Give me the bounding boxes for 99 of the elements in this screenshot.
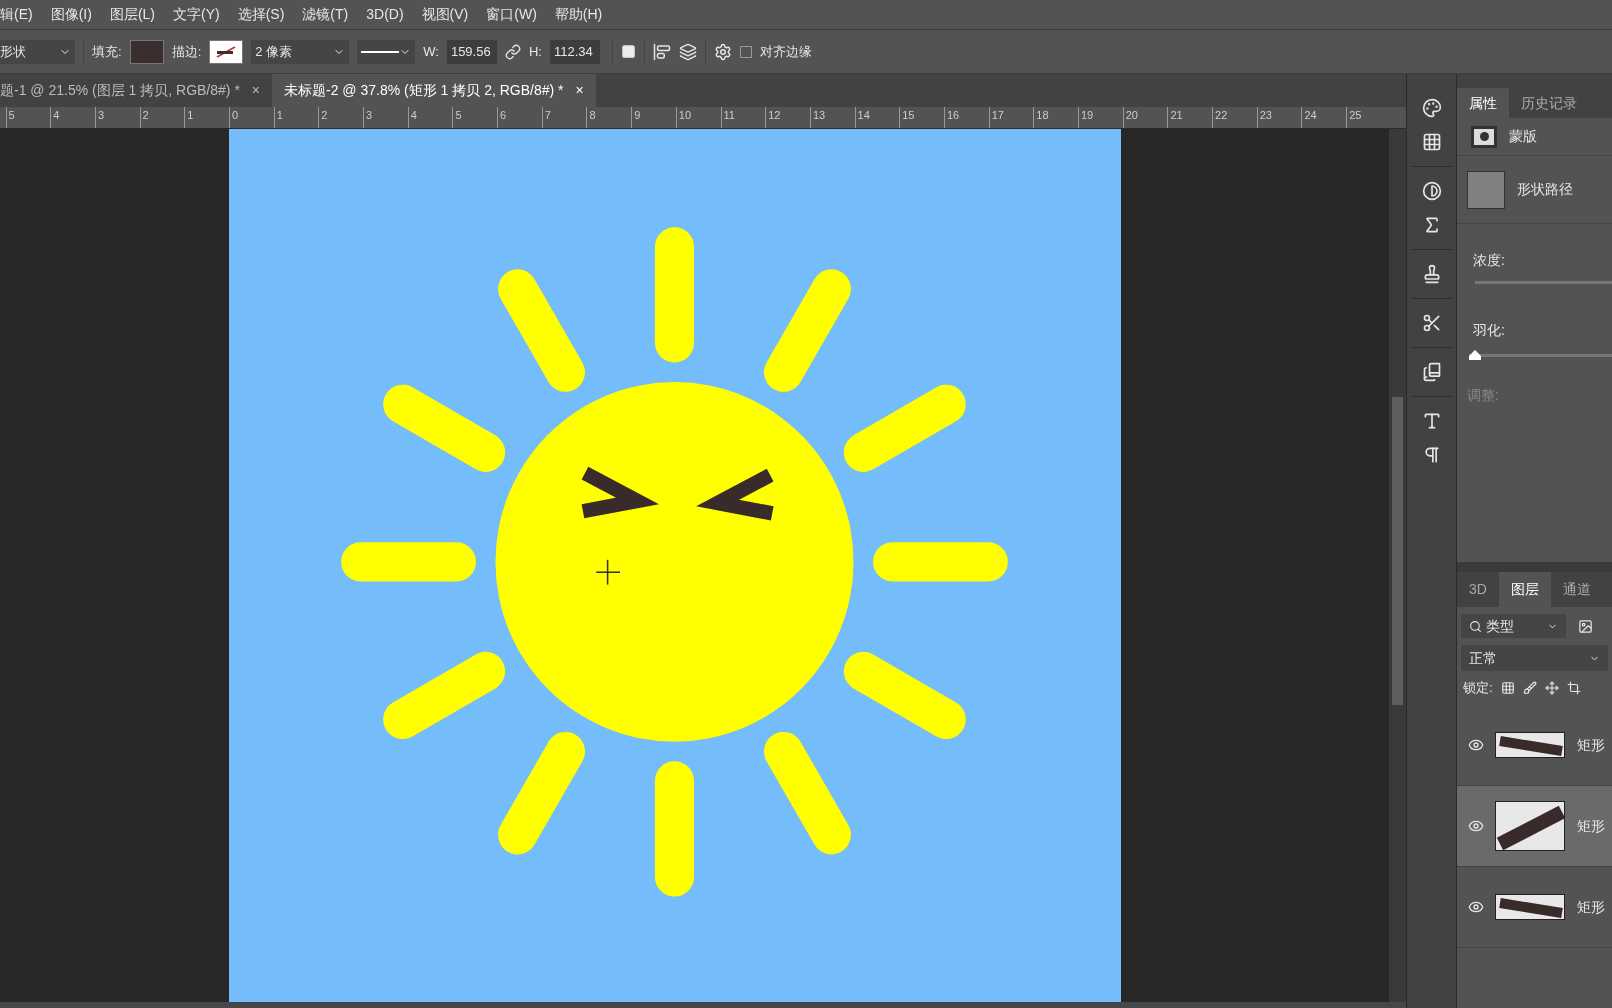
layer-thumbnail [1495, 732, 1565, 758]
lock-label: 锁定: [1463, 679, 1493, 698]
ruler-number: 12 [768, 109, 781, 121]
filter-dropdown[interactable]: 类型 [1461, 614, 1566, 638]
settings-icon[interactable] [713, 42, 732, 61]
ruler-number: 5 [8, 109, 15, 121]
layer-thumbnail [1495, 894, 1565, 920]
eye-icon[interactable] [1468, 818, 1484, 834]
fill-label: 填充: [92, 42, 122, 61]
panel-tab[interactable]: 历史记录 [1509, 88, 1589, 118]
layer-name: 矩形 [1577, 816, 1605, 836]
ruler-number: 11 [723, 109, 735, 121]
ruler-number: 15 [902, 109, 915, 121]
ruler-number: 1 [276, 109, 283, 121]
ruler-number: 19 [1081, 109, 1094, 121]
stroke-style-dropdown[interactable] [357, 39, 416, 64]
ruler-number: 2 [321, 109, 328, 121]
menu-item[interactable]: 3D(D) [357, 4, 413, 25]
search-icon [1469, 619, 1482, 633]
ruler-number: 24 [1304, 109, 1317, 121]
menu-item[interactable]: 辑(E) [0, 4, 42, 25]
menu-item[interactable]: 图层(L) [100, 4, 164, 25]
ruler-number: 14 [857, 109, 870, 121]
ruler-number: 2 [142, 109, 149, 121]
half-circle-icon[interactable] [1421, 181, 1442, 201]
close-button[interactable]: × [575, 80, 584, 101]
eye-icon[interactable] [1468, 899, 1484, 915]
ruler-number: 7 [544, 109, 551, 121]
mask-icon [1471, 125, 1497, 148]
menu-item[interactable]: 帮助(H) [545, 4, 612, 25]
checker-icon[interactable] [1500, 681, 1515, 695]
ruler-number: 1 [187, 109, 194, 121]
menu-item[interactable]: 滤镜(T) [293, 4, 358, 25]
menu-item[interactable]: 窗口(W) [477, 4, 546, 25]
snap-label: 对齐边缘 [759, 42, 812, 61]
width-label: W: [423, 42, 439, 61]
layer-name: 矩形 [1577, 897, 1605, 917]
density-label: 浓度: [1472, 251, 1506, 270]
layer-name: 矩形 [1577, 735, 1605, 755]
blend-mode-dropdown[interactable]: 正常 [1461, 645, 1608, 671]
panel-tab[interactable]: 图层 [1498, 572, 1551, 607]
link-icon[interactable] [504, 43, 521, 60]
shape-path-thumbnail [1467, 170, 1505, 209]
grid-icon[interactable] [1421, 132, 1442, 152]
ruler-number: 20 [1125, 109, 1138, 121]
ruler-number: 22 [1215, 109, 1228, 121]
image-icon[interactable] [1578, 618, 1593, 634]
ruler-number: 17 [991, 109, 1004, 121]
snap-checkbox[interactable] [739, 45, 752, 58]
ruler-number: 0 [231, 109, 239, 121]
close-button[interactable]: × [251, 80, 261, 101]
menu-item[interactable]: 选择(S) [228, 4, 294, 25]
menu-item[interactable]: 视图(V) [412, 4, 478, 25]
ruler-number: 5 [455, 109, 462, 121]
ruler-number: 3 [366, 109, 373, 121]
move-icon[interactable] [1544, 681, 1559, 695]
ruler-number: 8 [589, 109, 596, 121]
vertical-scrollbar[interactable] [1389, 129, 1406, 1002]
ruler-number: 4 [410, 109, 417, 121]
stroke-swatch[interactable] [209, 39, 244, 64]
feather-label: 羽化: [1472, 321, 1506, 340]
layers-icon[interactable] [678, 42, 697, 61]
document-tab[interactable]: 未标题-2 @ 37.8% (矩形 1 拷贝 2, RGB/8#) * × [272, 74, 596, 107]
fill-swatch[interactable] [129, 39, 164, 64]
ruler-number: 21 [1170, 109, 1183, 121]
align-icon[interactable] [652, 42, 671, 61]
shape-path-label: 形状路径 [1517, 180, 1573, 199]
stroke-label: 描边: [171, 42, 202, 61]
layer-row[interactable]: 矩形 [1457, 786, 1612, 867]
height-field[interactable]: 112.34 [549, 39, 600, 64]
panel-tab[interactable]: 通道 [1550, 572, 1603, 607]
palette-icon[interactable] [1421, 98, 1442, 118]
scissors-icon[interactable] [1421, 313, 1442, 333]
ruler-number: 3 [97, 109, 104, 121]
ruler-number: 13 [812, 109, 826, 121]
eye-icon[interactable] [1468, 737, 1484, 753]
ruler-number: 16 [946, 109, 960, 121]
ruler-number: 18 [1036, 109, 1049, 121]
width-field[interactable]: 159.56 [446, 39, 497, 64]
stroke-width-dropdown[interactable]: 2 像素 [251, 39, 350, 64]
panel-tab[interactable]: 3D [1457, 572, 1499, 607]
height-label: H: [528, 42, 542, 61]
menu-item[interactable]: 图像(I) [41, 4, 101, 25]
crosshair-icon [595, 559, 621, 586]
ruler-number: 23 [1259, 109, 1272, 121]
ruler-number: 10 [678, 109, 692, 121]
ruler-number: 4 [53, 109, 60, 121]
layer-thumbnail [1495, 801, 1565, 851]
mask-label: 蒙版 [1509, 127, 1537, 146]
shape-mode-dropdown[interactable]: 形状 [0, 39, 75, 64]
ruler-number: 6 [500, 109, 507, 121]
panel-tab[interactable]: 属性 [1457, 88, 1509, 118]
crop-icon[interactable] [1566, 681, 1581, 695]
ruler-number: 9 [634, 109, 641, 121]
ruler-number: 25 [1349, 109, 1362, 121]
book-icon[interactable] [1421, 362, 1442, 382]
brush-icon[interactable] [1522, 681, 1537, 695]
square-icon[interactable] [620, 44, 636, 59]
menu-item[interactable]: 文字(Y) [164, 4, 229, 25]
